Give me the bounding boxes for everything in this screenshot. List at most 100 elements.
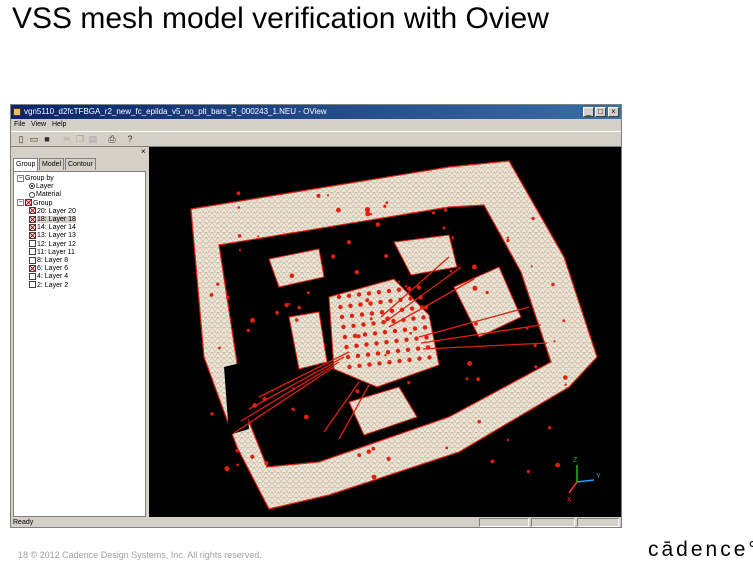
save-icon[interactable]: ■	[42, 134, 52, 144]
copy-icon[interactable]: ❐	[75, 134, 85, 144]
minimize-button[interactable]: _	[583, 107, 594, 117]
tab-contour[interactable]: Contour	[65, 158, 96, 170]
axis-x-line	[568, 481, 578, 494]
via-node	[384, 354, 387, 357]
maximize-button[interactable]: □	[595, 107, 606, 117]
via-node	[392, 328, 398, 334]
checkbox[interactable]	[25, 199, 32, 207]
via-node	[506, 438, 510, 442]
via-node	[295, 318, 299, 322]
via-node	[398, 297, 403, 302]
radio-button[interactable]	[29, 191, 35, 198]
via-node	[371, 474, 377, 480]
window-titlebar[interactable]: vgn5110_d2fcTFBGA_r2_new_fc_epilda_v5_no…	[11, 105, 621, 119]
mesh-island	[288, 311, 328, 370]
via-node	[306, 291, 310, 295]
open-icon[interactable]: ▭	[29, 134, 39, 144]
checkbox[interactable]	[29, 207, 36, 215]
window-title: vgn5110_d2fcTFBGA_r2_new_fc_epilda_v5_no…	[24, 107, 327, 116]
checkbox[interactable]	[29, 223, 36, 231]
via-node	[291, 407, 295, 411]
via-node	[414, 336, 419, 341]
tree-item-label: 20: Layer 20	[37, 207, 76, 215]
checkbox[interactable]	[29, 273, 36, 281]
panel-close-icon[interactable]: ×	[141, 148, 146, 156]
mesh-island	[348, 386, 418, 436]
collapse-icon[interactable]: −	[17, 174, 24, 182]
checkbox[interactable]	[29, 264, 36, 272]
via-node	[407, 381, 411, 385]
via-node	[371, 321, 376, 326]
via-node	[397, 358, 402, 364]
checkbox[interactable]	[29, 240, 36, 248]
tree-item-label: 8: Layer 8	[37, 257, 69, 264]
via-node	[506, 236, 510, 239]
checkbox[interactable]	[29, 232, 36, 240]
via-node	[262, 397, 267, 402]
tree-item-label: Group	[33, 199, 53, 207]
via-node	[359, 312, 365, 317]
menu-help[interactable]: Help	[52, 119, 66, 130]
via-node	[264, 461, 269, 466]
via-node	[422, 325, 428, 330]
via-node	[378, 300, 383, 305]
group-tree: − Group by Layer Material − Group 20: Layer 20…	[13, 171, 146, 517]
menu-file[interactable]: File	[14, 119, 25, 130]
via-node	[551, 282, 555, 287]
via-node	[209, 293, 214, 297]
via-node	[356, 292, 362, 297]
via-node	[407, 357, 412, 362]
tree-item-label: 2: Layer 2	[37, 281, 69, 289]
3d-viewport[interactable]: Z Y X	[149, 147, 621, 517]
paste-icon[interactable]: ▤	[88, 134, 98, 144]
via-node	[401, 317, 406, 322]
via-node	[357, 453, 362, 458]
checkbox[interactable]	[29, 281, 36, 289]
menu-view[interactable]: View	[31, 119, 46, 130]
checkbox[interactable]	[29, 248, 36, 256]
via-node	[418, 295, 423, 300]
via-node	[411, 316, 416, 321]
tab-group[interactable]: Group	[13, 158, 39, 171]
via-node	[303, 414, 309, 420]
tab-model[interactable]: Model	[39, 158, 65, 170]
via-node	[365, 352, 371, 357]
via-node	[346, 293, 352, 298]
via-node	[394, 338, 399, 344]
via-node	[389, 308, 395, 314]
via-node	[341, 324, 346, 330]
via-node	[409, 306, 415, 311]
checkbox[interactable]	[29, 215, 36, 223]
via-node	[338, 304, 343, 310]
via-node	[471, 264, 477, 270]
tree-item[interactable]: 2: Layer 2	[29, 281, 68, 290]
status-pane	[479, 518, 529, 527]
close-button[interactable]: ×	[608, 107, 619, 117]
via-node	[465, 377, 469, 381]
via-node	[339, 314, 345, 320]
via-node	[384, 254, 389, 258]
checkbox[interactable]	[29, 256, 36, 264]
via-node	[553, 340, 556, 343]
via-node	[362, 332, 368, 337]
via-node	[364, 342, 369, 347]
axis-x-label: X	[567, 497, 572, 504]
collapse-icon[interactable]: −	[17, 199, 24, 207]
via-node	[427, 355, 432, 360]
via-node	[385, 316, 390, 321]
via-node	[246, 328, 250, 333]
via-node	[250, 454, 255, 459]
via-node	[442, 226, 446, 230]
axis-y-line	[576, 479, 595, 483]
help-icon[interactable]: ?	[125, 134, 135, 144]
radio-button[interactable]	[29, 183, 35, 190]
via-node	[345, 354, 351, 360]
new-icon[interactable]: ▯	[16, 134, 26, 144]
slide-title: VSS mesh model verification with Oview	[12, 2, 549, 35]
print-icon[interactable]: ⎙	[107, 134, 117, 144]
via-node	[371, 446, 376, 451]
via-node	[405, 347, 411, 352]
via-node	[530, 265, 533, 268]
cut-icon[interactable]: ✂	[62, 134, 72, 144]
via-node	[562, 319, 566, 323]
